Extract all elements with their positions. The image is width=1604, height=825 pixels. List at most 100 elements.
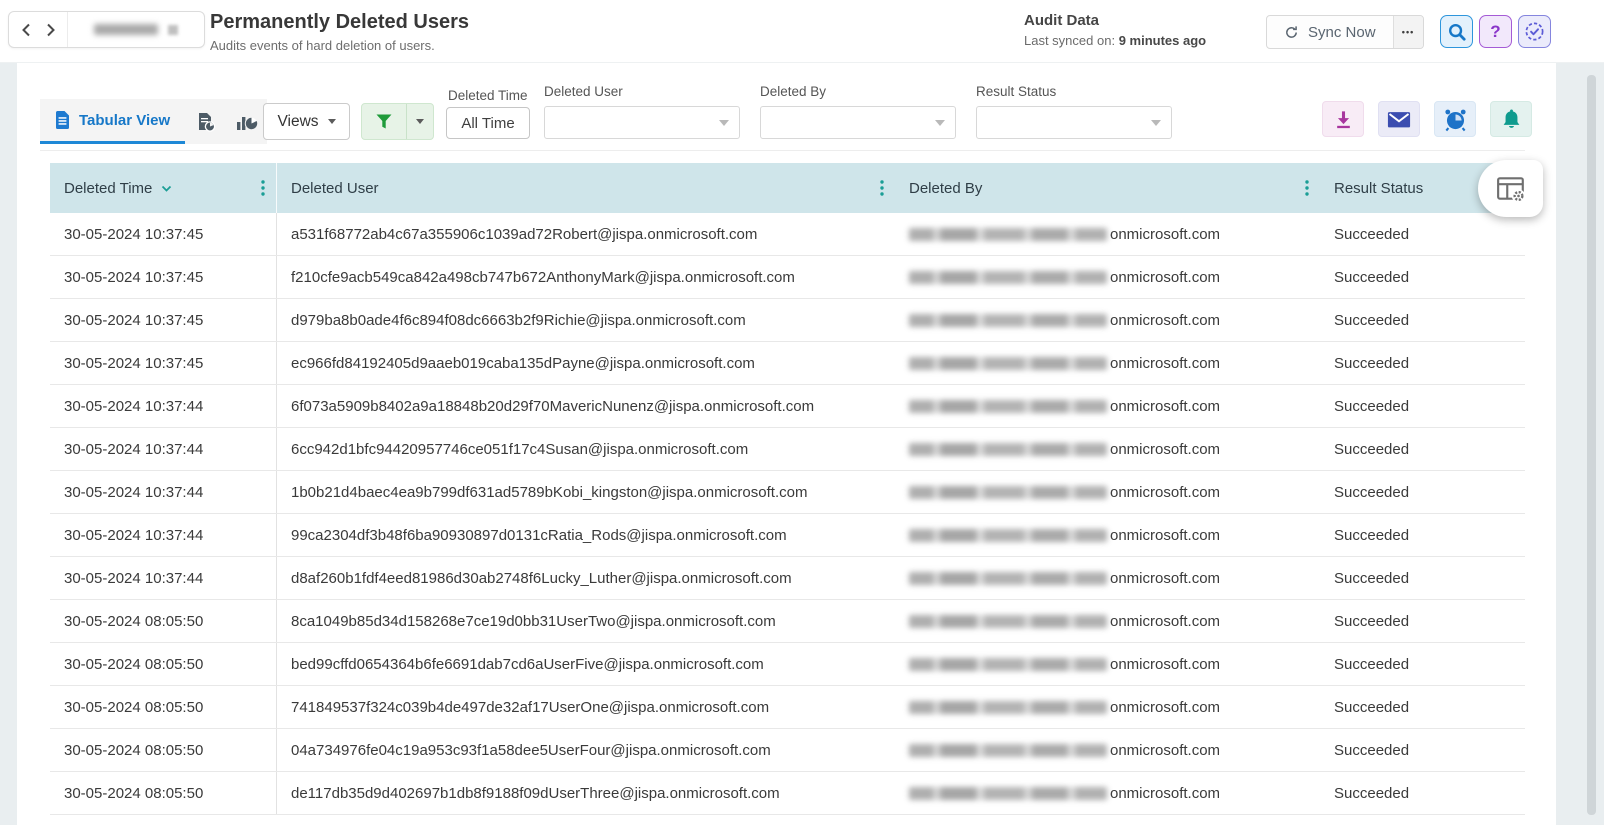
column-menu-icon[interactable] xyxy=(261,180,265,196)
table-row: 30-05-2024 10:37:44 99ca2304df3b48f6ba90… xyxy=(50,514,1525,557)
deleted-by-filter-select[interactable] xyxy=(760,106,956,139)
cell-result-status: Succeeded xyxy=(1334,526,1410,544)
cell-result-status: Succeeded xyxy=(1334,698,1410,716)
column-chooser-button[interactable] xyxy=(1478,160,1543,217)
table-row: 30-05-2024 08:05:50 04a734976fe04c19a953… xyxy=(50,729,1525,772)
column-menu-icon[interactable] xyxy=(880,180,884,196)
filter-options-button[interactable] xyxy=(406,104,433,139)
chevron-down-icon xyxy=(416,119,424,124)
views-dropdown-button[interactable]: Views xyxy=(263,103,350,140)
bell-icon xyxy=(1503,108,1519,128)
redacted-deleted-by xyxy=(909,614,1107,628)
cell-deleted-by: onmicrosoft.com xyxy=(895,299,1320,341)
column-header-deleted-time[interactable]: Deleted Time xyxy=(50,163,277,213)
deleted-user-filter-select[interactable] xyxy=(544,106,740,139)
search-icon xyxy=(1448,23,1466,41)
cell-deleted-user: f210cfe9acb549ca842a498cb747b672AnthonyM… xyxy=(291,268,795,286)
redacted-tenant-name xyxy=(94,24,158,35)
sync-icon xyxy=(1286,25,1297,38)
result-status-filter-select[interactable] xyxy=(976,106,1172,139)
document-icon xyxy=(55,111,69,129)
table-row: 30-05-2024 10:37:44 d8af260b1fdf4eed8198… xyxy=(50,557,1525,600)
cell-deleted-time: 30-05-2024 10:37:45 xyxy=(50,299,277,341)
redacted-deleted-by xyxy=(909,571,1107,585)
cell-result-status: Succeeded xyxy=(1334,397,1410,415)
tab-graphical-view[interactable] xyxy=(226,99,267,144)
cell-deleted-time: 30-05-2024 10:37:44 xyxy=(50,385,277,427)
page-subtitle: Audits events of hard deletion of users. xyxy=(210,38,435,53)
alarm-clock-icon xyxy=(1444,109,1466,131)
forward-icon[interactable] xyxy=(46,23,56,37)
cell-result-status: Succeeded xyxy=(1334,483,1410,501)
cell-deleted-user: d8af260b1fdf4eed81986d30ab2748f6Lucky_Lu… xyxy=(291,569,792,587)
cell-deleted-by: onmicrosoft.com xyxy=(895,729,1320,771)
vertical-scrollbar[interactable] xyxy=(1587,75,1596,815)
cell-deleted-user: 6f073a5909b8402a9a18848b20d29f70MavericN… xyxy=(291,397,815,415)
search-button[interactable] xyxy=(1440,15,1473,48)
audit-table: Deleted Time Deleted User Deleted By Res… xyxy=(50,163,1525,815)
cell-deleted-by: onmicrosoft.com xyxy=(895,256,1320,298)
notification-bell-button[interactable] xyxy=(1490,101,1532,137)
cell-deleted-by: onmicrosoft.com xyxy=(895,213,1320,255)
cell-deleted-time: 30-05-2024 10:37:45 xyxy=(50,342,277,384)
back-icon[interactable] xyxy=(21,23,31,37)
cell-result-status: Succeeded xyxy=(1334,612,1410,630)
table-row: 30-05-2024 10:37:45 ec966fd84192405d9aae… xyxy=(50,342,1525,385)
export-download-button[interactable] xyxy=(1322,101,1364,137)
table-row: 30-05-2024 10:37:44 1b0b21d4baec4ea9b799… xyxy=(50,471,1525,514)
column-header-deleted-user[interactable]: Deleted User xyxy=(277,163,895,213)
cell-result-status: Succeeded xyxy=(1334,354,1410,372)
table-row: 30-05-2024 10:37:44 6cc942d1bfc944209577… xyxy=(50,428,1525,471)
table-header-row: Deleted Time Deleted User Deleted By Res… xyxy=(50,163,1525,213)
cell-deleted-time: 30-05-2024 08:05:50 xyxy=(50,643,277,685)
cell-deleted-user: a531f68772ab4c67a355906c1039ad72Robert@j… xyxy=(291,225,758,243)
scheduled-tasks-button[interactable] xyxy=(1518,15,1551,48)
cell-deleted-user: ec966fd84192405d9aaeb019caba135dPayne@ji… xyxy=(291,354,755,372)
chevron-down-icon xyxy=(327,119,336,124)
schedule-report-button[interactable] xyxy=(1434,101,1476,137)
column-menu-icon[interactable] xyxy=(1305,180,1309,196)
more-options-button[interactable]: ••• xyxy=(1392,16,1423,48)
redacted-deleted-by xyxy=(909,700,1107,714)
redacted-deleted-by xyxy=(909,657,1107,671)
cell-deleted-user: 99ca2304df3b48f6ba90930897d0131cRatia_Ro… xyxy=(291,526,787,544)
tab-tabular-view[interactable]: Tabular View xyxy=(40,99,186,144)
cell-result-status: Succeeded xyxy=(1334,225,1410,243)
tab-export-report[interactable] xyxy=(185,99,226,144)
chevron-down-icon xyxy=(935,120,945,126)
table-row: 30-05-2024 08:05:50 741849537f324c039b4d… xyxy=(50,686,1525,729)
filter-button[interactable] xyxy=(362,104,406,139)
table-row: 30-05-2024 10:37:45 f210cfe9acb549ca842a… xyxy=(50,256,1525,299)
redacted-deleted-by xyxy=(909,313,1107,327)
cell-deleted-by: onmicrosoft.com xyxy=(895,428,1320,470)
email-report-button[interactable] xyxy=(1378,101,1420,137)
chart-pie-icon xyxy=(236,116,258,130)
redacted-deleted-by xyxy=(909,442,1107,456)
audit-data-label: Audit Data xyxy=(1024,12,1099,29)
toolbar-divider xyxy=(40,150,1525,151)
filter-split-button xyxy=(361,103,434,140)
help-button[interactable]: ? xyxy=(1479,15,1512,48)
cell-deleted-time: 30-05-2024 10:37:44 xyxy=(50,428,277,470)
column-header-deleted-by[interactable]: Deleted By xyxy=(895,163,1320,213)
page-title: Permanently Deleted Users xyxy=(210,11,470,33)
deleted-time-filter-value[interactable]: All Time xyxy=(446,107,530,139)
cell-deleted-by: onmicrosoft.com xyxy=(895,686,1320,728)
history-navigation xyxy=(8,11,205,48)
table-body: 30-05-2024 10:37:45 a531f68772ab4c67a355… xyxy=(50,213,1525,815)
cell-deleted-by: onmicrosoft.com xyxy=(895,514,1320,556)
mail-icon xyxy=(1387,111,1411,127)
sync-button-group: Sync Now ••• xyxy=(1266,15,1424,49)
tenant-selector[interactable] xyxy=(67,12,204,47)
sync-now-button[interactable]: Sync Now xyxy=(1267,16,1393,48)
chevron-down-icon xyxy=(1151,120,1161,126)
cell-deleted-time: 30-05-2024 10:37:45 xyxy=(50,213,277,255)
cell-deleted-user: 6cc942d1bfc94420957746ce051f17c4Susan@ji… xyxy=(291,440,749,458)
cell-deleted-by: onmicrosoft.com xyxy=(895,471,1320,513)
table-row: 30-05-2024 10:37:45 d979ba8b0ade4f6c894f… xyxy=(50,299,1525,342)
cell-deleted-user: de117db35d9d402697b1db8f9188f09dUserThre… xyxy=(291,784,780,802)
redacted-deleted-by xyxy=(909,786,1107,800)
filter-funnel-icon xyxy=(376,114,392,129)
last-synced-value: 9 minutes ago xyxy=(1118,33,1207,48)
table-row: 30-05-2024 08:05:50 de117db35d9d402697b1… xyxy=(50,772,1525,815)
